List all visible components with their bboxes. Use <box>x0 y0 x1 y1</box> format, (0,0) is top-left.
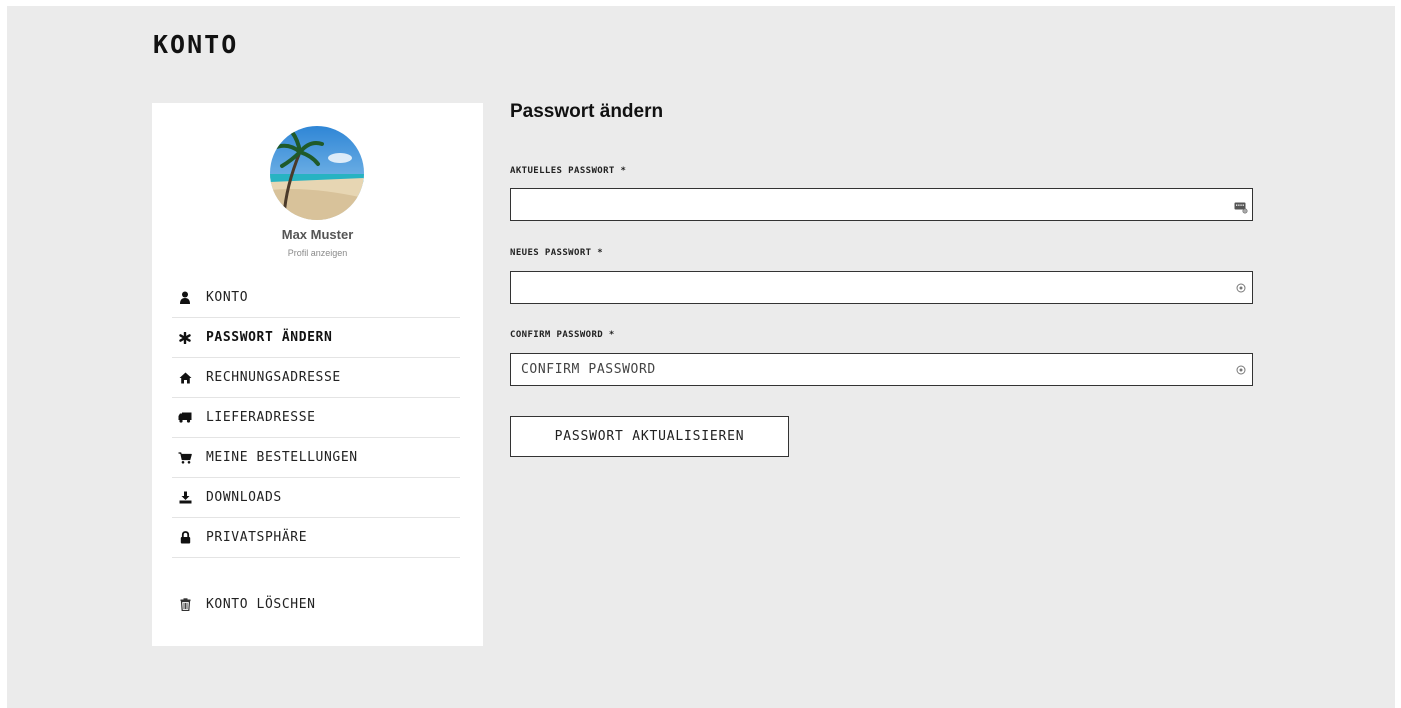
trash-icon <box>178 597 192 611</box>
lock-icon <box>178 531 192 545</box>
sidebar-item-label: DOWNLOADS <box>206 490 282 505</box>
sidebar-item-privatsphaere[interactable]: PRIVATSPHÄRE <box>172 518 460 558</box>
sidebar-item-label: PRIVATSPHÄRE <box>206 530 308 545</box>
cart-icon <box>178 451 192 465</box>
truck-icon <box>178 411 192 425</box>
confirm-password-field-wrapper <box>510 353 1253 386</box>
asterisk-icon <box>178 331 192 345</box>
password-manager-icon[interactable] <box>1234 200 1248 214</box>
sidebar-item-label: LIEFERADRESSE <box>206 410 316 425</box>
confirm-password-input[interactable] <box>511 354 1252 385</box>
sidebar-item-downloads[interactable]: DOWNLOADS <box>172 478 460 518</box>
account-nav: KONTO PASSWORT ÄNDERN RECHNUNGSADRESSE L… <box>172 278 460 558</box>
download-icon <box>178 491 192 505</box>
eye-icon[interactable] <box>1234 281 1248 295</box>
home-icon <box>178 371 192 385</box>
user-name: Max Muster <box>281 227 354 242</box>
delete-account-label: KONTO LÖSCHEN <box>206 596 316 612</box>
sidebar-item-rechnungsadresse[interactable]: RECHNUNGSADRESSE <box>172 358 460 398</box>
avatar[interactable] <box>270 126 364 220</box>
sidebar-item-lieferadresse[interactable]: LIEFERADRESSE <box>172 398 460 438</box>
current-password-label: AKTUELLES PASSWORT * <box>510 166 627 176</box>
eye-icon[interactable] <box>1234 363 1248 377</box>
sidebar-item-label: RECHNUNGSADRESSE <box>206 370 341 385</box>
section-title: Passwort ändern <box>510 101 664 122</box>
current-password-field-wrapper <box>510 188 1253 221</box>
new-password-input[interactable] <box>511 272 1252 303</box>
delete-account-link[interactable]: KONTO LÖSCHEN <box>172 589 460 619</box>
current-password-input[interactable] <box>511 189 1252 220</box>
account-sidebar: Max Muster Profil anzeigen KONTO PASSWOR… <box>152 103 483 646</box>
sidebar-item-label: KONTO <box>206 290 249 305</box>
user-icon <box>178 291 192 305</box>
sidebar-item-label: MEINE BESTELLUNGEN <box>206 450 358 465</box>
sidebar-item-meine-bestellungen[interactable]: MEINE BESTELLUNGEN <box>172 438 460 478</box>
new-password-field-wrapper <box>510 271 1253 304</box>
update-password-button[interactable]: PASSWORT AKTUALISIEREN <box>510 416 789 457</box>
sidebar-item-passwort-aendern[interactable]: PASSWORT ÄNDERN <box>172 318 460 358</box>
avatar-beach-image <box>270 126 364 220</box>
new-password-label: NEUES PASSWORT * <box>510 248 604 258</box>
sidebar-item-label: PASSWORT ÄNDERN <box>206 330 333 345</box>
view-profile-link[interactable]: Profil anzeigen <box>152 248 483 258</box>
confirm-password-label: CONFIRM PASSWORD * <box>510 330 615 340</box>
sidebar-item-konto[interactable]: KONTO <box>172 278 460 318</box>
page-title: KONTO <box>153 30 239 59</box>
